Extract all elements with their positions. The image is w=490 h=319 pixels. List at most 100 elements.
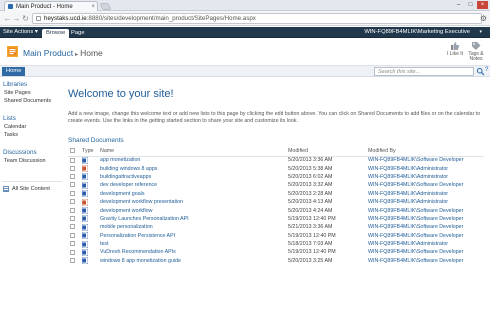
maximize-button[interactable]: □ bbox=[465, 1, 476, 9]
row-name[interactable]: dev developer reference bbox=[98, 181, 286, 189]
nav-item-calendar[interactable]: Calendar bbox=[4, 124, 26, 130]
row-select[interactable] bbox=[68, 173, 80, 181]
tab-close-icon[interactable]: × bbox=[91, 4, 95, 10]
row-select[interactable] bbox=[68, 232, 80, 240]
nav-heading-discussions[interactable]: Discussions bbox=[3, 149, 37, 156]
column-header-name[interactable]: Name bbox=[98, 147, 286, 157]
minimize-button[interactable]: – bbox=[453, 1, 464, 9]
row-modified-by[interactable]: WIN-FQ89FB4MLIK\Software Developer bbox=[366, 156, 484, 164]
row-modified-by[interactable]: WIN-FQ89FB4MLIK\Administrator bbox=[366, 173, 484, 181]
row-modified-by[interactable]: WIN-FQ89FB4MLIK\Administrator bbox=[366, 190, 484, 198]
row-select[interactable] bbox=[68, 248, 80, 256]
tags-and-notes-button[interactable]: Tags & Notes bbox=[465, 41, 487, 62]
row-modified-by[interactable]: WIN-FQ89FB4MLIK\Software Developer bbox=[366, 206, 484, 214]
table-row[interactable]: development goals 5/20/2013 2:28 AM WIN-FQ… bbox=[68, 190, 484, 198]
row-select[interactable] bbox=[68, 257, 80, 265]
nav-home[interactable]: Home bbox=[2, 67, 26, 76]
row-checkbox[interactable] bbox=[70, 257, 75, 263]
row-checkbox[interactable] bbox=[70, 165, 75, 171]
url-input[interactable]: heystaks.ucd.ie:8880/sites/development/m… bbox=[32, 13, 482, 24]
select-all-checkbox[interactable] bbox=[70, 148, 75, 154]
row-modified-by[interactable]: WIN-FQ89FB4MLIK\Software Developer bbox=[366, 181, 484, 189]
column-header-type[interactable]: Type bbox=[80, 147, 98, 157]
nav-heading-libraries[interactable]: Libraries bbox=[3, 81, 27, 88]
row-modified-by[interactable]: WIN-FQ89FB4MLIK\Software Developer bbox=[366, 248, 484, 256]
column-header-modified-by[interactable]: Modified By bbox=[366, 147, 484, 157]
row-name[interactable]: Gravity Launches Personalization API bbox=[98, 215, 286, 223]
row-checkbox[interactable] bbox=[70, 157, 75, 163]
reload-icon[interactable]: ↻ bbox=[21, 14, 30, 23]
wrench-icon[interactable]: ⚙ bbox=[480, 14, 487, 23]
table-row[interactable]: test 5/18/2013 7:03 AM WIN-FQ89FB4MLIK\Adm… bbox=[68, 240, 484, 248]
nav-heading-lists[interactable]: Lists bbox=[3, 115, 16, 122]
tab-page[interactable]: Page bbox=[67, 29, 89, 38]
table-row[interactable]: windows 8 app monetization guide 5/20/201… bbox=[68, 257, 484, 265]
user-menu[interactable]: WIN-FQ89FB4MLIK\Marketing Executive bbox=[364, 29, 470, 35]
table-row[interactable]: Personalization Persistence API 5/19/2013… bbox=[68, 232, 484, 240]
row-checkbox[interactable] bbox=[70, 182, 75, 188]
row-checkbox[interactable] bbox=[70, 207, 75, 213]
site-actions-menu[interactable]: Site Actions ▾ bbox=[3, 29, 38, 35]
row-modified-by[interactable]: WIN-FQ89FB4MLIK\Software Developer bbox=[366, 232, 484, 240]
back-arrow-icon[interactable]: ← bbox=[3, 14, 12, 23]
forward-arrow-icon[interactable]: → bbox=[12, 14, 21, 23]
browser-tab[interactable]: Main Product - Home × bbox=[4, 1, 98, 11]
nav-item-tasks[interactable]: Tasks bbox=[4, 132, 18, 138]
row-modified-by[interactable]: WIN-FQ89FB4MLIK\Software Developer bbox=[366, 215, 484, 223]
row-select[interactable] bbox=[68, 240, 80, 248]
row-name[interactable]: VuDresh Recommendation APIs bbox=[98, 248, 286, 256]
table-row[interactable]: development workflow 5/20/2013 4:24 AM WIN… bbox=[68, 206, 484, 215]
row-name[interactable]: app monetization bbox=[98, 156, 286, 164]
row-modified-by[interactable]: WIN-FQ89FB4MLIK\Administrator bbox=[366, 198, 484, 206]
row-select[interactable] bbox=[68, 156, 80, 164]
site-title-link[interactable]: Main Product bbox=[23, 48, 73, 58]
table-row[interactable]: dev developer reference 5/20/2013 3:32 AM… bbox=[68, 181, 484, 189]
row-checkbox[interactable] bbox=[70, 190, 75, 196]
table-row[interactable]: development workflow presentation 5/20/20… bbox=[68, 198, 484, 206]
shared-documents-title[interactable]: Shared Documents bbox=[68, 137, 124, 144]
row-name[interactable]: development workflow bbox=[98, 206, 286, 214]
chevron-down-icon[interactable]: ▾ bbox=[479, 29, 482, 35]
row-name[interactable]: development goals bbox=[98, 190, 286, 198]
new-tab-button[interactable] bbox=[99, 3, 112, 10]
nav-item-shared-documents[interactable]: Shared Documents bbox=[4, 98, 51, 104]
row-checkbox[interactable] bbox=[70, 249, 75, 255]
table-row[interactable]: VuDresh Recommendation APIs 5/19/2013 12:… bbox=[68, 248, 484, 256]
search-icon[interactable] bbox=[476, 67, 485, 76]
all-site-content-link[interactable]: All Site Content bbox=[3, 186, 50, 192]
select-all-header[interactable] bbox=[68, 147, 80, 157]
row-select[interactable] bbox=[68, 164, 80, 172]
table-row[interactable]: building windows 8 apps 5/20/2013 5:38 AM… bbox=[68, 164, 484, 173]
row-checkbox[interactable] bbox=[70, 241, 75, 247]
table-row[interactable]: Gravity Launches Personalization API 5/19… bbox=[68, 215, 484, 223]
row-modified-by[interactable]: WIN-FQ89FB4MLIK\Administrator bbox=[366, 240, 484, 248]
row-checkbox[interactable] bbox=[70, 232, 75, 238]
column-header-modified[interactable]: Modified bbox=[286, 147, 366, 157]
close-window-button[interactable]: × bbox=[477, 1, 488, 9]
row-select[interactable] bbox=[68, 215, 80, 223]
nav-item-site-pages[interactable]: Site Pages bbox=[4, 90, 31, 96]
row-select[interactable] bbox=[68, 206, 80, 214]
row-checkbox[interactable] bbox=[70, 174, 75, 180]
row-name[interactable]: development workflow presentation bbox=[98, 198, 286, 206]
row-name[interactable]: building windows 8 apps bbox=[98, 164, 286, 172]
nav-item-team-discussion[interactable]: Team Discussion bbox=[4, 158, 46, 164]
row-modified-by[interactable]: WIN-FQ89FB4MLIK\Software Developer bbox=[366, 223, 484, 231]
row-modified-by[interactable]: WIN-FQ89FB4MLIK\Administrator bbox=[366, 164, 484, 172]
help-icon[interactable]: ? bbox=[485, 67, 489, 73]
row-select[interactable] bbox=[68, 190, 80, 198]
row-checkbox[interactable] bbox=[70, 199, 75, 205]
row-name[interactable]: mobile personalization bbox=[98, 223, 286, 231]
row-select[interactable] bbox=[68, 181, 80, 189]
tab-browse[interactable]: Browse bbox=[42, 29, 70, 38]
row-name[interactable]: buildingattractiveapps bbox=[98, 173, 286, 181]
search-input[interactable]: Search this site... bbox=[374, 67, 474, 76]
row-name[interactable]: windows 8 app monetization guide bbox=[98, 257, 286, 265]
row-modified-by[interactable]: WIN-FQ89FB4MLIK\Software Developer bbox=[366, 257, 484, 265]
row-checkbox[interactable] bbox=[70, 216, 75, 222]
row-name[interactable]: Personalization Persistence API bbox=[98, 232, 286, 240]
row-name[interactable]: test bbox=[98, 240, 286, 248]
row-checkbox[interactable] bbox=[70, 224, 75, 230]
row-select[interactable] bbox=[68, 198, 80, 206]
i-like-it-button[interactable]: I Like It bbox=[444, 41, 466, 57]
